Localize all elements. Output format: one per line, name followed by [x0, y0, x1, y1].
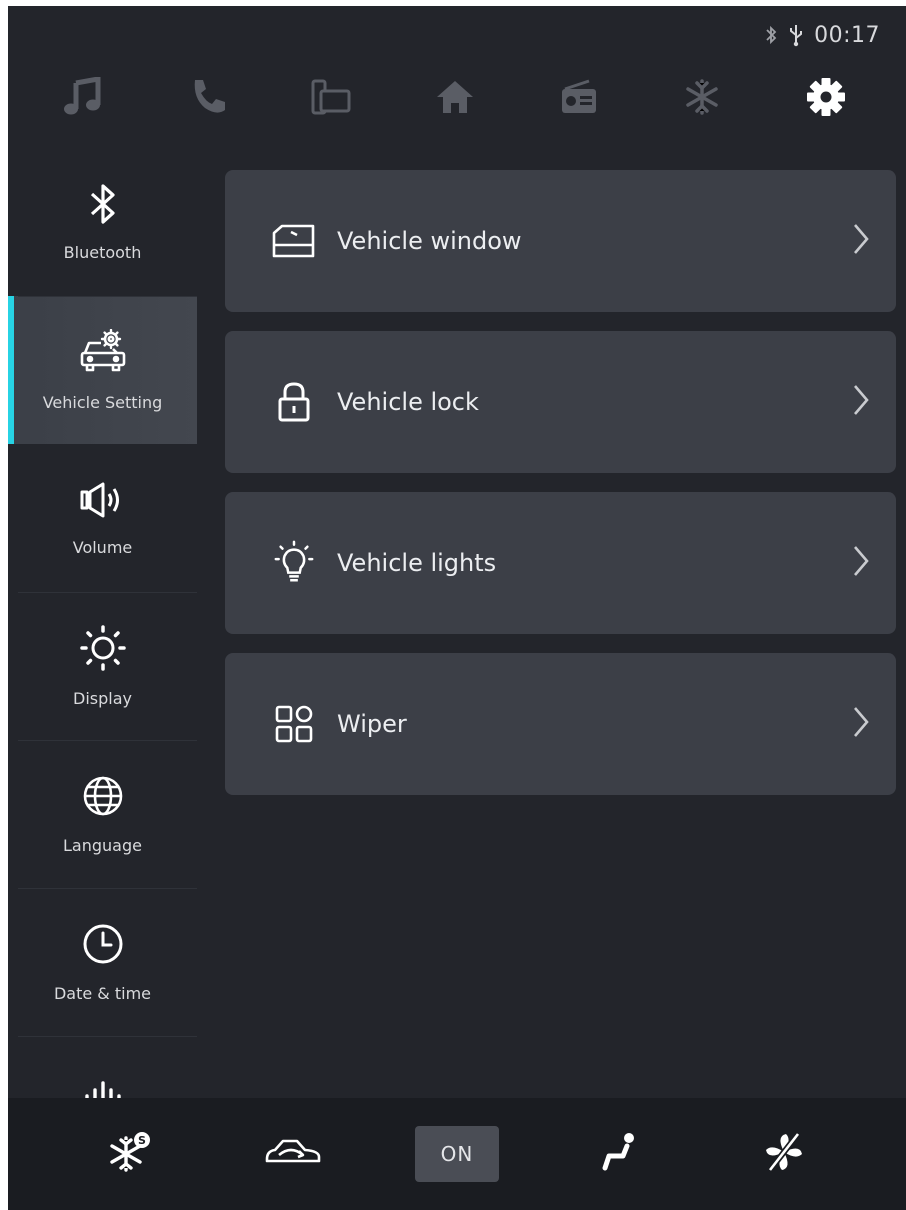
usb-status-icon	[788, 23, 804, 47]
climate-bar: S ON	[8, 1098, 906, 1210]
sidebar-item-equalizer[interactable]	[8, 1036, 197, 1098]
chevron-right-icon	[852, 705, 870, 743]
top-navigation	[48, 66, 862, 132]
grid-icon	[271, 701, 317, 747]
clock-icon	[81, 922, 125, 970]
light-bulb-icon	[271, 540, 317, 586]
sidebar-item-bluetooth[interactable]: Bluetooth	[8, 148, 197, 296]
list-item-vehicle-lock[interactable]: Vehicle lock	[225, 331, 896, 473]
clock-time: 00:17	[814, 22, 880, 48]
vehicle-setting-list: Vehicle window Vehicle lock Vehicle ligh…	[225, 170, 896, 814]
climate-icon	[683, 78, 721, 120]
chevron-right-icon	[852, 383, 870, 421]
chevron-right-icon	[852, 544, 870, 582]
mirror-link-icon	[309, 77, 353, 121]
nav-climate[interactable]	[666, 66, 738, 132]
chevron-right-icon	[852, 222, 870, 260]
music-icon	[62, 76, 106, 121]
sidebar-item-volume[interactable]: Volume	[8, 444, 197, 592]
equalizer-icon	[83, 1079, 123, 1098]
sidebar-item-label: Volume	[72, 537, 133, 557]
sidebar-item-label: Bluetooth	[63, 242, 142, 262]
nav-mirror-link[interactable]	[295, 66, 367, 132]
phone-icon	[187, 76, 229, 122]
sidebar-item-label: Vehicle Setting	[42, 392, 163, 412]
settings-icon	[804, 75, 848, 123]
radio-icon	[559, 79, 599, 119]
bluetooth-icon	[88, 183, 118, 229]
settings-sidebar: Bluetooth Vehicle Setting Volume Display…	[8, 148, 197, 1098]
sidebar-item-display[interactable]: Display	[8, 592, 197, 740]
seat-airflow-button[interactable]	[577, 1125, 665, 1183]
sidebar-item-vehicle-setting[interactable]: Vehicle Setting	[8, 296, 197, 444]
on-button-wrap: ON	[413, 1125, 501, 1183]
ac-button[interactable]: S	[86, 1125, 174, 1183]
seat-airflow-icon	[599, 1130, 643, 1178]
list-item-label: Vehicle lights	[337, 549, 497, 577]
list-item-label: Wiper	[337, 710, 407, 738]
nav-radio[interactable]	[543, 66, 615, 132]
list-item-label: Vehicle lock	[337, 388, 479, 416]
sidebar-item-date-time[interactable]: Date & time	[8, 888, 197, 1036]
nav-home[interactable]	[419, 66, 491, 132]
fan-off-button[interactable]	[740, 1125, 828, 1183]
settings-screen: 00:17 Bluetooth Vehicle Setting Volume D…	[8, 6, 906, 1210]
lock-icon	[271, 379, 317, 425]
home-icon	[435, 78, 475, 120]
sidebar-item-label: Language	[63, 835, 142, 855]
recirculation-icon	[263, 1135, 323, 1173]
sidebar-item-language[interactable]: Language	[8, 740, 197, 888]
nav-phone[interactable]	[172, 66, 244, 132]
nav-music[interactable]	[48, 66, 120, 132]
power-on-button[interactable]: ON	[414, 1126, 499, 1182]
bluetooth-status-icon	[764, 25, 778, 45]
brightness-icon	[79, 624, 126, 675]
nav-settings[interactable]	[790, 66, 862, 132]
sidebar-item-label: Date & time	[53, 983, 152, 1003]
speaker-icon	[79, 480, 127, 524]
list-item-label: Vehicle window	[337, 227, 522, 255]
ac-icon: S	[108, 1130, 152, 1178]
car-settings-icon	[77, 328, 129, 379]
recirculation-button[interactable]	[249, 1125, 337, 1183]
globe-icon	[81, 774, 125, 822]
status-bar: 00:17	[764, 18, 880, 52]
list-item-vehicle-lights[interactable]: Vehicle lights	[225, 492, 896, 634]
list-item-vehicle-window[interactable]: Vehicle window	[225, 170, 896, 312]
list-item-wiper[interactable]: Wiper	[225, 653, 896, 795]
svg-text:S: S	[138, 1134, 146, 1147]
sidebar-item-label: Display	[73, 688, 132, 708]
fan-off-icon	[762, 1130, 806, 1178]
window-icon	[271, 218, 317, 264]
